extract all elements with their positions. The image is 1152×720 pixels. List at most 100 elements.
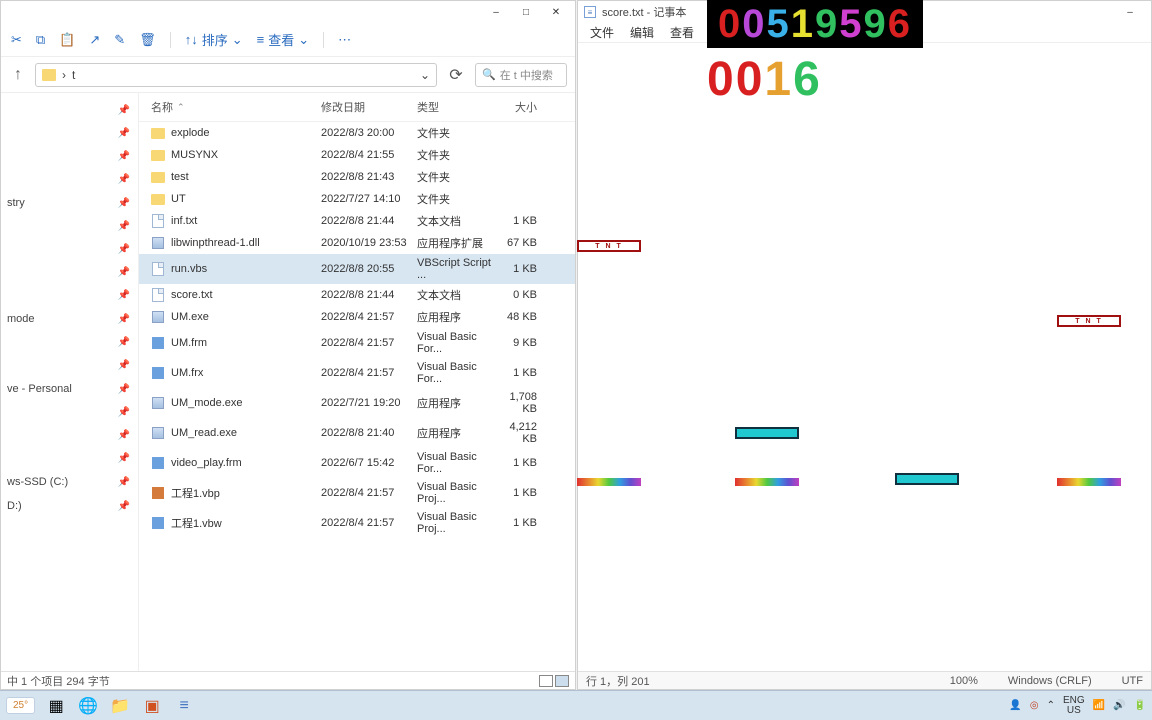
more-icon[interactable]: ⋯	[338, 32, 351, 48]
sidebar-item[interactable]: 📌	[1, 215, 138, 238]
powerpoint-icon[interactable]: ▣	[141, 695, 163, 717]
status-text: 中 1 个项目 294 字节	[7, 673, 110, 689]
view-button[interactable]: ≡ 查看 ⌄	[257, 30, 310, 49]
file-row[interactable]: 工程1.vbp2022/8/4 21:57Visual Basic Proj..…	[139, 478, 575, 508]
sidebar-item[interactable]: 📌	[1, 261, 138, 284]
explorer-statusbar: 中 1 个项目 294 字节	[1, 671, 575, 689]
file-row[interactable]: video_play.frm2022/6/7 15:42Visual Basic…	[139, 448, 575, 478]
battery-icon[interactable]: 🔋	[1134, 700, 1146, 711]
file-row[interactable]: score.txt2022/8/8 21:44文本文档0 KB	[139, 284, 575, 306]
notepad-titlebar: ≡ score.txt - 记事本 –	[578, 1, 1151, 23]
file-explorer-window: – □ ✕ ✂ ⧉ 📋 ↗ ✎ 🗑 ↑↓ 排序 ⌄ ≡ 查看 ⌄ ⋯ ↑ › t…	[0, 0, 576, 690]
file-row[interactable]: inf.txt2022/8/8 21:44文本文档1 KB	[139, 210, 575, 232]
copy-icon[interactable]: ⧉	[36, 32, 45, 48]
file-row[interactable]: UT2022/7/27 14:10文件夹	[139, 188, 575, 210]
encoding: UTF	[1122, 675, 1143, 687]
search-icon: 🔍	[482, 68, 496, 81]
breadcrumb-sep: ›	[62, 68, 66, 82]
explorer-icon[interactable]: 📁	[109, 695, 131, 717]
sidebar-item[interactable]: D:)📌	[1, 494, 138, 518]
file-row[interactable]: UM.frm2022/8/4 21:57Visual Basic For...9…	[139, 328, 575, 358]
sidebar-item[interactable]: 📌	[1, 424, 138, 447]
volume-icon[interactable]: 🔊	[1113, 700, 1125, 711]
notepad-taskbar-icon[interactable]: ≡	[173, 695, 195, 717]
path-text: t	[72, 68, 75, 82]
file-row[interactable]: run.vbs2022/8/8 20:55VBScript Script ...…	[139, 254, 575, 284]
edge-icon[interactable]: 🌐	[77, 695, 99, 717]
sidebar-item[interactable]: 📌	[1, 168, 138, 191]
explorer-sidebar: 📌📌📌📌stry📌📌📌📌📌mode📌📌📌ve - Personal📌📌📌📌ws-…	[1, 93, 139, 671]
col-date[interactable]: 修改日期	[321, 99, 417, 115]
view-list-icon[interactable]	[539, 675, 553, 687]
file-row[interactable]: UM_mode.exe2022/7/21 19:20应用程序1,708 KB	[139, 388, 575, 418]
sidebar-item[interactable]: 📌	[1, 122, 138, 145]
file-list-panel: 名称⌃ 修改日期 类型 大小 explode2022/8/3 20:00文件夹M…	[139, 93, 575, 671]
share-icon[interactable]: ↗	[89, 32, 100, 48]
menu-view[interactable]: 查看	[670, 24, 694, 41]
minimize-button[interactable]: –	[481, 3, 511, 21]
cursor-position: 行 1，列 201	[586, 673, 650, 689]
sort-button[interactable]: ↑↓ 排序 ⌄	[185, 30, 243, 49]
delete-icon[interactable]: 🗑	[139, 32, 156, 48]
sidebar-item[interactable]: mode📌	[1, 307, 138, 331]
sidebar-item[interactable]: 📌	[1, 354, 138, 377]
col-type[interactable]: 类型	[417, 99, 497, 115]
file-row[interactable]: UM_read.exe2022/8/8 21:40应用程序4,212 KB	[139, 418, 575, 448]
tray-icon[interactable]: 👤	[1009, 700, 1021, 711]
sidebar-item[interactable]: 📌	[1, 447, 138, 470]
sidebar-item[interactable]: ws-SSD (C:)📌	[1, 470, 138, 494]
col-name[interactable]: 名称⌃	[151, 99, 321, 115]
search-input[interactable]: 🔍 在 t 中搜索	[475, 63, 567, 87]
rename-icon[interactable]: ✎	[114, 32, 125, 48]
file-row[interactable]: UM.exe2022/8/4 21:57应用程序48 KB	[139, 306, 575, 328]
nav-up-button[interactable]: ↑	[9, 66, 27, 84]
column-headers: 名称⌃ 修改日期 类型 大小	[139, 93, 575, 122]
file-row[interactable]: test2022/8/8 21:43文件夹	[139, 166, 575, 188]
explorer-toolbar: ✂ ⧉ 📋 ↗ ✎ 🗑 ↑↓ 排序 ⌄ ≡ 查看 ⌄ ⋯	[1, 23, 575, 57]
taskview-icon[interactable]: ▦	[45, 695, 67, 717]
file-row[interactable]: explode2022/8/3 20:00文件夹	[139, 122, 575, 144]
zoom-level: 100%	[950, 675, 978, 687]
sidebar-item[interactable]: 📌	[1, 401, 138, 424]
language-indicator[interactable]: ENGUS	[1063, 696, 1085, 716]
sidebar-item[interactable]: 📌	[1, 145, 138, 168]
view-details-icon[interactable]	[555, 675, 569, 687]
menu-file[interactable]: 文件	[590, 24, 614, 41]
sidebar-item[interactable]: 📌	[1, 284, 138, 307]
sidebar-item[interactable]: 📌	[1, 331, 138, 354]
file-row[interactable]: MUSYNX2022/8/4 21:55文件夹	[139, 144, 575, 166]
separator	[170, 32, 171, 48]
notepad-statusbar: 行 1，列 201 100% Windows (CRLF) UTF	[578, 671, 1151, 689]
paste-icon[interactable]: 📋	[59, 32, 75, 48]
file-row[interactable]: libwinpthread-1.dll2020/10/19 23:53应用程序扩…	[139, 232, 575, 254]
wifi-icon[interactable]: 📶	[1093, 700, 1105, 711]
address-bar: ↑ › t ⌄ ⟳ 🔍 在 t 中搜索	[1, 57, 575, 93]
explorer-titlebar: – □ ✕	[1, 1, 575, 23]
line-ending: Windows (CRLF)	[1008, 675, 1092, 687]
notepad-title: score.txt - 记事本	[602, 4, 686, 20]
minimize-button[interactable]: –	[1115, 3, 1145, 21]
chevron-up-icon[interactable]: ⌃	[1047, 700, 1055, 711]
file-row[interactable]: UM.frx2022/8/4 21:57Visual Basic For...1…	[139, 358, 575, 388]
sidebar-item[interactable]: ve - Personal📌	[1, 377, 138, 401]
sidebar-item[interactable]: 📌	[1, 99, 138, 122]
file-row[interactable]: 工程1.vbw2022/8/4 21:57Visual Basic Proj..…	[139, 508, 575, 538]
refresh-button[interactable]: ⟳	[445, 63, 467, 87]
tray-icon[interactable]: ◎	[1030, 700, 1039, 711]
cut-icon[interactable]: ✂	[11, 32, 22, 48]
sidebar-item[interactable]: stry📌	[1, 191, 138, 215]
folder-icon	[42, 69, 56, 81]
col-size[interactable]: 大小	[497, 99, 543, 115]
sidebar-item[interactable]: 📌	[1, 238, 138, 261]
taskbar: 25° ▦ 🌐 📁 ▣ ≡ 👤 ◎ ⌃ ENGUS 📶 🔊 🔋	[0, 690, 1152, 720]
weather-widget[interactable]: 25°	[6, 697, 35, 714]
search-placeholder: 在 t 中搜索	[500, 67, 553, 83]
notepad-menubar: 文件 编辑 查看	[578, 23, 1151, 43]
system-tray: 👤 ◎ ⌃ ENGUS 📶 🔊 🔋	[1009, 696, 1146, 716]
chevron-down-icon[interactable]: ⌄	[420, 68, 430, 82]
close-button[interactable]: ✕	[541, 3, 571, 21]
notepad-icon: ≡	[584, 6, 596, 18]
menu-edit[interactable]: 编辑	[630, 24, 654, 41]
path-input[interactable]: › t ⌄	[35, 63, 437, 87]
maximize-button[interactable]: □	[511, 3, 541, 21]
